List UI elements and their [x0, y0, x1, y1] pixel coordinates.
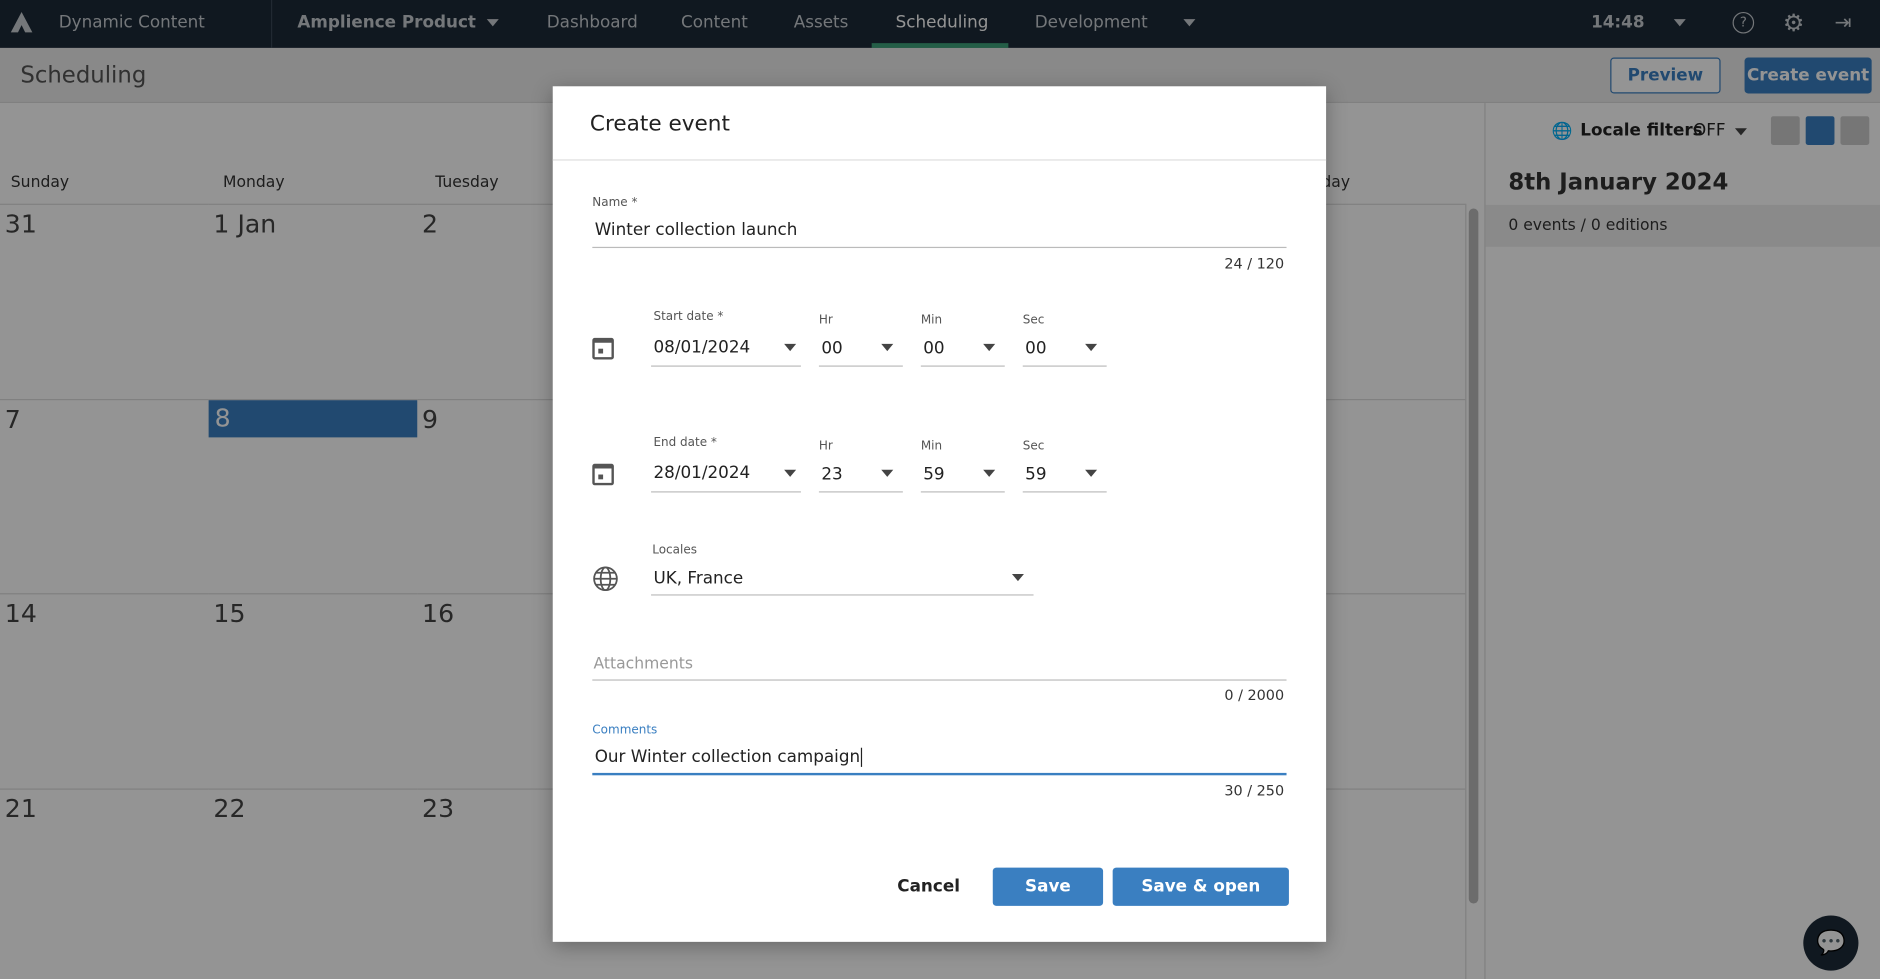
chevron-down-icon[interactable]: [983, 343, 996, 352]
chevron-down-icon[interactable]: [1085, 343, 1098, 352]
end-sec-label: Sec: [1022, 439, 1045, 453]
name-char-count: 24 / 120: [1224, 255, 1285, 273]
chevron-down-icon[interactable]: [881, 469, 894, 477]
start-hr-label: Hr: [818, 313, 833, 328]
start-date-input[interactable]: 08/01/2024: [653, 338, 750, 357]
end-hr-select[interactable]: 23: [821, 465, 842, 484]
locales-label: Locales: [652, 544, 697, 558]
end-hr-label: Hr: [818, 439, 833, 453]
locales-select[interactable]: UK, France: [653, 569, 743, 588]
comments-input[interactable]: Our Winter collection campaign: [595, 747, 863, 767]
cancel-button[interactable]: Cancel: [884, 869, 974, 906]
create-event-dialog: Create event Name * Winter collection la…: [552, 86, 1327, 942]
name-input[interactable]: Winter collection launch: [595, 220, 798, 239]
start-date-label: Start date *: [653, 310, 724, 324]
globe-icon: [593, 566, 618, 592]
start-sec-label: Sec: [1022, 313, 1045, 328]
start-min-select[interactable]: 00: [923, 339, 944, 358]
end-sec-select[interactable]: 59: [1025, 465, 1046, 484]
end-min-select[interactable]: 59: [923, 465, 944, 484]
chevron-down-icon[interactable]: [983, 469, 996, 477]
chevron-down-icon[interactable]: [1011, 573, 1024, 582]
save-open-event-button[interactable]: Save & open event: [1112, 867, 1289, 935]
chevron-down-icon[interactable]: [1085, 469, 1098, 477]
chevron-down-icon[interactable]: [784, 469, 797, 477]
chevron-down-icon[interactable]: [881, 343, 894, 352]
calendar-icon[interactable]: [592, 337, 614, 360]
start-min-label: Min: [920, 313, 943, 328]
comments-char-count: 30 / 250: [1224, 782, 1285, 800]
end-min-label: Min: [920, 439, 943, 453]
name-label: Name *: [592, 196, 638, 210]
start-hr-select[interactable]: 00: [821, 339, 842, 358]
chevron-down-icon[interactable]: [784, 343, 797, 352]
attachments-input[interactable]: Attachments: [594, 655, 693, 673]
end-date-input[interactable]: 28/01/2024: [653, 464, 750, 483]
save-button[interactable]: Save: [992, 867, 1104, 906]
dialog-title: Create event: [589, 111, 730, 137]
attachments-char-count: 0 / 2000: [1224, 686, 1285, 704]
end-date-label: End date *: [653, 436, 717, 450]
calendar-icon[interactable]: [592, 463, 614, 486]
start-sec-select[interactable]: 00: [1025, 339, 1046, 358]
comments-label: Comments: [592, 723, 658, 737]
